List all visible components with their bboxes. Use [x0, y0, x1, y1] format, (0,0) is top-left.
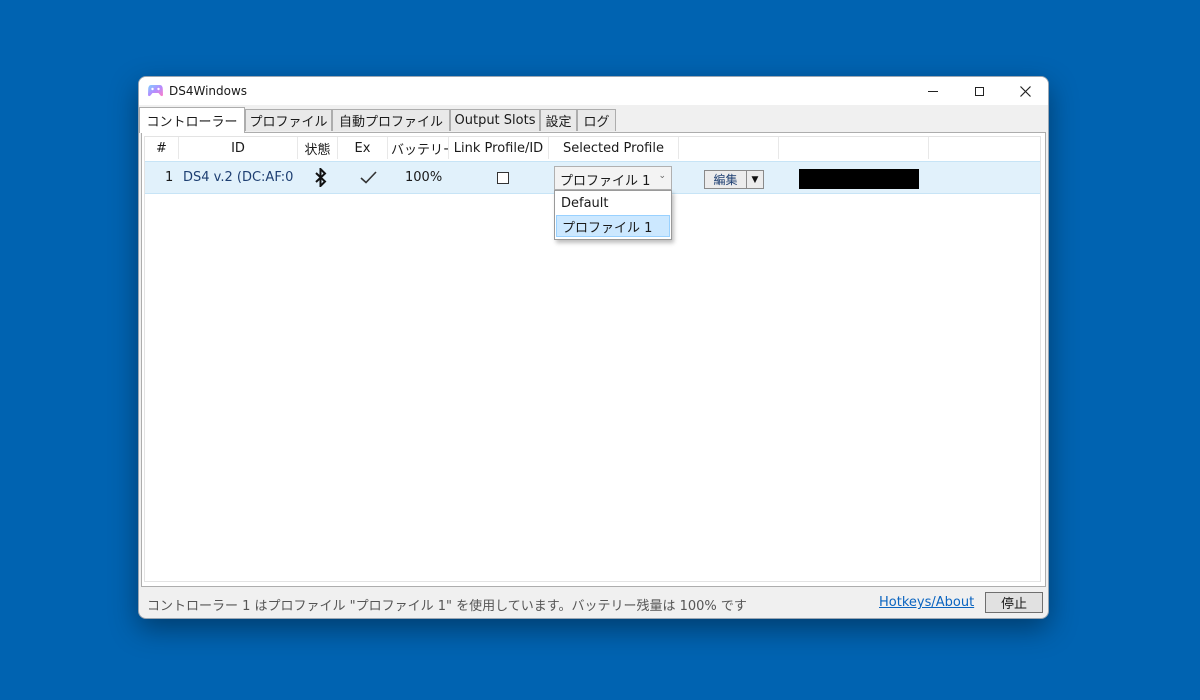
battery-level: 100% [405, 170, 443, 185]
column-header-status[interactable]: 状態 [298, 137, 338, 159]
title-bar[interactable]: DS4Windows [139, 77, 1048, 105]
status-message: コントローラー 1 はプロファイル "プロファイル 1" を使用しています。バッ… [147, 599, 747, 614]
tab-settings[interactable]: 設定 [540, 109, 577, 131]
column-header-exclusive[interactable]: Ex [338, 137, 388, 159]
profile-dropdown-list: Default プロファイル 1 [554, 190, 672, 240]
close-icon [1019, 85, 1031, 97]
controllers-table: # ID 状態 Ex バッテリー Link Profile/ID Selecte… [144, 136, 1041, 582]
status-bar: コントローラー 1 はプロファイル "プロファイル 1" を使用しています。バッ… [139, 589, 1048, 618]
controller-id: DS4 v.2 (DC:AF:0 [183, 170, 293, 185]
column-header-lightbar[interactable] [779, 137, 929, 159]
column-header-selected-profile[interactable]: Selected Profile [549, 137, 679, 159]
selected-profile-value: プロファイル 1 [560, 174, 651, 189]
selected-profile-combobox[interactable]: プロファイル 1 ⌄ [554, 166, 672, 190]
tab-controllers[interactable]: コントローラー [139, 107, 245, 133]
tab-output-slots[interactable]: Output Slots [450, 109, 540, 131]
tab-profiles[interactable]: プロファイル [245, 109, 332, 131]
edit-split-button: 編集 ▼ [704, 170, 764, 189]
dropdown-option-profile-1[interactable]: プロファイル 1 [556, 215, 670, 237]
link-profile-checkbox[interactable] [497, 171, 509, 184]
lightbar-color-swatch[interactable] [799, 169, 919, 189]
bluetooth-icon [315, 162, 329, 193]
chevron-down-icon: ⌄ [658, 171, 666, 181]
ds4windows-window: DS4Windows コントローラー プロファイル 自動プロファイル Outpu… [138, 76, 1049, 619]
tab-log[interactable]: ログ [577, 109, 616, 131]
close-button[interactable] [1002, 77, 1048, 105]
tab-strip: コントローラー プロファイル 自動プロファイル Output Slots 設定 … [139, 107, 1048, 133]
maximize-button[interactable] [956, 77, 1002, 105]
minimize-button[interactable] [910, 77, 956, 105]
column-header-index[interactable]: # [145, 137, 179, 159]
minimize-icon [928, 90, 938, 92]
link-profile-checkbox-cell [497, 162, 509, 193]
gamepad-icon [148, 85, 163, 97]
column-header-id[interactable]: ID [179, 137, 298, 159]
dropdown-option-default[interactable]: Default [556, 192, 670, 214]
caret-down-icon[interactable]: ▼ [747, 171, 763, 188]
hotkeys-about-link[interactable]: Hotkeys/About [879, 595, 974, 610]
edit-button[interactable]: 編集 [705, 171, 746, 188]
row-index: 1 [165, 170, 174, 185]
controllers-panel: # ID 状態 Ex バッテリー Link Profile/ID Selecte… [141, 132, 1046, 587]
checkmark-icon [360, 162, 378, 193]
column-header-battery[interactable]: バッテリー [388, 137, 449, 159]
tab-auto-profiles[interactable]: 自動プロファイル [332, 109, 450, 131]
window-title: DS4Windows [169, 84, 248, 98]
stop-button[interactable]: 停止 [985, 592, 1043, 613]
column-header-edit[interactable] [679, 137, 779, 159]
maximize-icon [974, 86, 984, 96]
column-header-link-profile[interactable]: Link Profile/ID [449, 137, 549, 159]
